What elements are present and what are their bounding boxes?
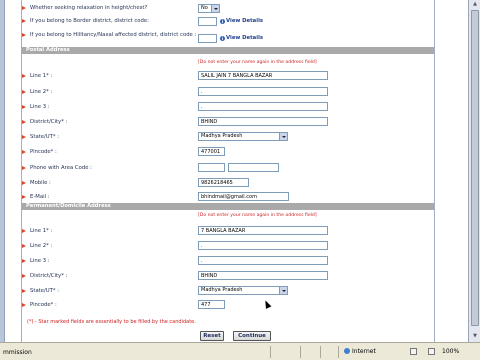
postal-line3-input[interactable] — [198, 102, 328, 111]
border-view-details-text[interactable]: View Details — [226, 18, 263, 24]
bullet-icon — [22, 105, 26, 109]
permanent-state-label: State/UT* : — [30, 288, 60, 294]
chevron-down-icon[interactable] — [279, 133, 287, 140]
postal-line1-input[interactable] — [198, 71, 328, 80]
bullet-icon — [22, 229, 26, 233]
info-icon: i — [220, 18, 225, 24]
border-district-label: If you belong to Border district, distri… — [30, 18, 149, 24]
bullet-icon — [22, 274, 26, 278]
zoom-level[interactable]: 100% — [442, 348, 459, 355]
bullet-icon — [22, 181, 26, 185]
phone-number-input[interactable] — [228, 163, 279, 172]
chevron-down-icon[interactable] — [279, 287, 287, 294]
bullet-icon — [22, 74, 26, 78]
permanent-state-select[interactable]: Madhya Pradesh — [198, 286, 288, 295]
postal-line2-input[interactable] — [198, 87, 328, 96]
vertical-scrollbar[interactable]: ▲ ▼ — [468, 0, 480, 342]
postal-state-selected-value: Madhya Pradesh — [201, 133, 243, 139]
bullet-icon — [22, 166, 26, 170]
continue-button[interactable]: Continue — [233, 331, 271, 341]
permanent-line3-label: Line 3 : — [30, 258, 50, 264]
hilly-view-details-link[interactable]: i View Details — [220, 35, 263, 41]
permanent-line1-input[interactable] — [198, 226, 328, 235]
bullet-icon — [22, 33, 26, 37]
postal-phone-label: Phone with Area Code : — [30, 165, 92, 171]
postal-line2-label: Line 2* : — [30, 89, 53, 95]
required-fields-note: (*) - Star marked fields are essentially… — [27, 319, 196, 325]
hilly-view-details-text[interactable]: View Details — [226, 35, 263, 41]
left-frame-edge — [0, 0, 5, 342]
permanent-district-input[interactable] — [198, 271, 328, 280]
postal-pincode-input[interactable] — [198, 147, 225, 156]
bullet-icon — [22, 289, 26, 293]
postal-pincode-label: Pincode* : — [30, 149, 57, 155]
status-divider — [270, 346, 271, 358]
bullet-icon — [22, 150, 26, 154]
protected-mode-icon[interactable] — [410, 348, 417, 355]
bullet-icon — [22, 303, 26, 307]
permanent-line3-input[interactable] — [198, 256, 328, 265]
application-form: Whether seeking relaxation in height/che… — [21, 0, 435, 342]
relaxation-selected-value: No — [201, 5, 208, 11]
scroll-down-icon[interactable]: ▼ — [471, 333, 479, 340]
security-zone: Internet — [344, 348, 376, 355]
permanent-pincode-label: Pincode* : — [30, 302, 57, 308]
bullet-icon — [22, 244, 26, 248]
status-divider — [300, 346, 301, 358]
postal-state-label: State/UT* : — [30, 134, 60, 140]
postal-state-select[interactable]: Madhya Pradesh — [198, 132, 288, 141]
permanent-address-header: Permanent/Domicile Address — [22, 203, 434, 210]
border-view-details-link[interactable]: i View Details — [220, 18, 263, 24]
relaxation-select[interactable]: No — [198, 4, 220, 13]
status-divider — [338, 346, 339, 358]
permanent-state-selected-value: Madhya Pradesh — [201, 287, 243, 293]
relaxation-label: Whether seeking relaxation in height/che… — [30, 5, 148, 11]
zoom-icon[interactable] — [428, 348, 435, 355]
bullet-icon — [22, 90, 26, 94]
postal-email-label: E-Mail : — [30, 194, 50, 200]
chevron-down-icon[interactable] — [211, 5, 219, 12]
hilly-district-code-input[interactable] — [198, 34, 217, 43]
mobile-input[interactable] — [198, 178, 249, 187]
bullet-icon — [22, 195, 26, 199]
postal-address-note: [Do not enter your name again in the add… — [198, 60, 317, 65]
bullet-icon — [22, 6, 26, 10]
border-district-code-input[interactable] — [198, 17, 217, 26]
email-input[interactable] — [198, 192, 289, 201]
scroll-up-icon[interactable]: ▲ — [471, 1, 479, 8]
permanent-district-label: District/City* : — [30, 273, 68, 279]
bullet-icon — [22, 135, 26, 139]
reset-button[interactable]: Reset — [200, 331, 224, 341]
permanent-address-note: [Do not enter your name again in the add… — [198, 213, 317, 218]
browser-status-bar: mmission Internet 100% — [0, 342, 480, 360]
bullet-icon — [22, 120, 26, 124]
hilly-district-label: If you belong to Hilltancy/Naxal affecte… — [30, 32, 197, 38]
permanent-line2-label: Line 2* : — [30, 243, 53, 249]
permanent-line2-input[interactable] — [198, 241, 328, 250]
info-icon: i — [220, 35, 225, 41]
bullet-icon — [22, 259, 26, 263]
permanent-pincode-input[interactable] — [198, 300, 225, 309]
postal-line1-label: Line 1* : — [30, 73, 53, 79]
bullet-icon — [22, 19, 26, 23]
postal-district-label: District/City* : — [30, 119, 68, 125]
zone-label: Internet — [352, 348, 376, 355]
scrollbar-thumb[interactable] — [471, 10, 479, 326]
postal-mobile-label: Mobile : — [30, 180, 51, 186]
globe-icon — [344, 348, 350, 354]
permanent-line1-label: Line 1* : — [30, 228, 53, 234]
phone-area-code-input[interactable] — [198, 163, 225, 172]
postal-address-header: Postal Address — [22, 47, 434, 54]
status-text: mmission — [3, 349, 32, 356]
postal-line3-label: Line 3 : — [30, 104, 50, 110]
status-divider — [320, 346, 321, 358]
postal-district-input[interactable] — [198, 117, 328, 126]
